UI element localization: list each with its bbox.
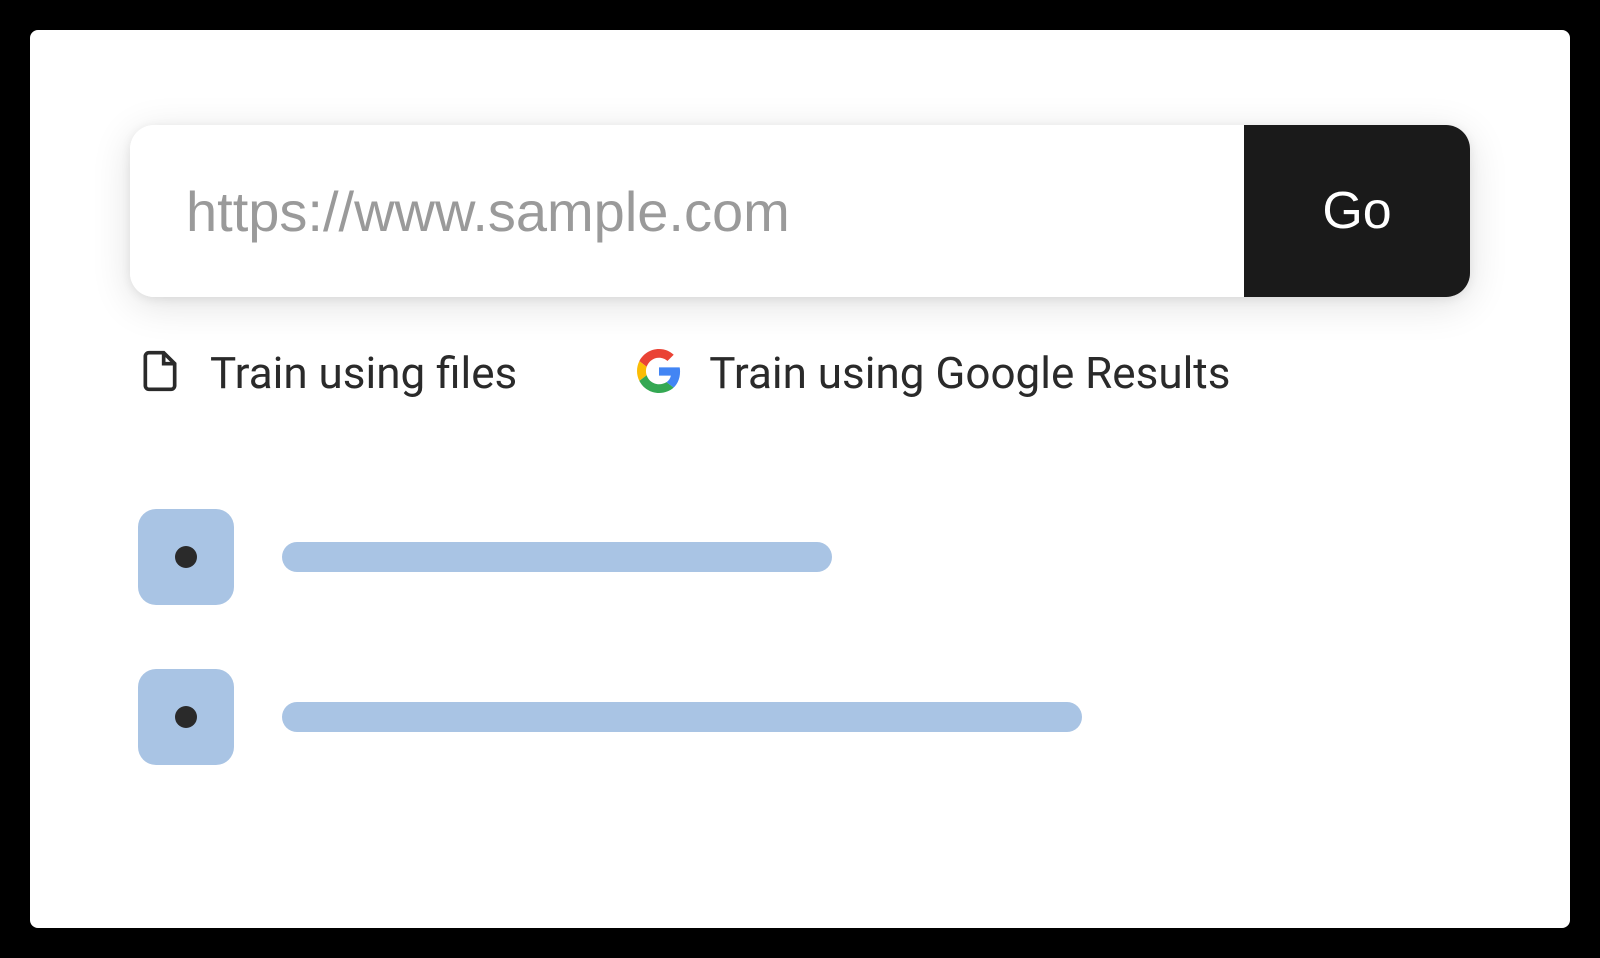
list-item: [138, 509, 1470, 605]
results-list: [130, 509, 1470, 765]
file-icon: [138, 349, 182, 397]
result-icon-placeholder: [138, 509, 234, 605]
dot-icon: [175, 706, 197, 728]
dot-icon: [175, 546, 197, 568]
training-card: Go Train using files Train using Go: [30, 30, 1570, 928]
list-item: [138, 669, 1470, 765]
result-text-placeholder: [282, 702, 1082, 732]
url-input[interactable]: [130, 125, 1244, 297]
train-using-google-option[interactable]: Train using Google Results: [637, 347, 1230, 399]
train-google-label: Train using Google Results: [709, 347, 1230, 399]
go-button[interactable]: Go: [1244, 125, 1470, 297]
training-options: Train using files Train using Google Res…: [130, 347, 1470, 399]
google-icon: [637, 349, 681, 397]
train-using-files-option[interactable]: Train using files: [138, 347, 517, 399]
result-icon-placeholder: [138, 669, 234, 765]
train-files-label: Train using files: [210, 347, 517, 399]
result-text-placeholder: [282, 542, 832, 572]
url-bar: Go: [130, 125, 1470, 297]
